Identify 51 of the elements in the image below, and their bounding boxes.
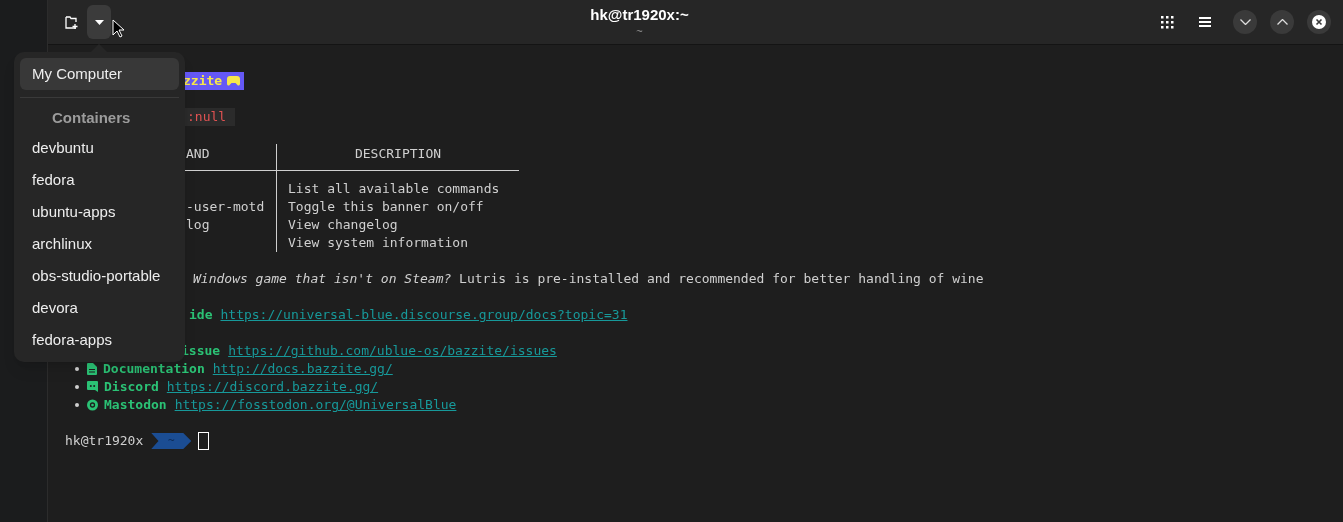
menu-item[interactable]: My Computer — [20, 58, 179, 90]
new-tab-icon — [64, 15, 78, 29]
bullet-icon — [75, 367, 79, 371]
link[interactable]: https://universal-blue.discourse.group/docs?topic=31 — [220, 305, 628, 325]
chat-icon — [87, 381, 98, 393]
close-button[interactable] — [1307, 10, 1331, 34]
menu-item[interactable]: obs-studio-portable — [20, 260, 179, 292]
table-cell-text: -user-motd — [186, 198, 265, 217]
section-header: Containers — [52, 108, 131, 129]
table-cell-text: Toggle this banner on/off — [287, 198, 484, 217]
mouse-pointer-icon — [112, 19, 126, 39]
caret-icon — [94, 19, 104, 25]
menu-item[interactable]: fedora — [20, 164, 179, 196]
text-cursor — [198, 432, 210, 450]
minimize-button[interactable] — [1233, 10, 1257, 34]
chevron-down-icon — [1239, 19, 1251, 25]
table-cell-text: List all available commands — [287, 180, 500, 199]
link-label: ide — [189, 306, 213, 325]
menu-item[interactable]: devora — [20, 292, 179, 324]
table-cell-text: View changelog — [287, 216, 398, 235]
prompt-directory: ~ — [151, 433, 192, 449]
link-label: Documentation — [103, 360, 205, 379]
menu-item[interactable]: devbuntu — [20, 132, 179, 164]
window-title: hk@tr1920x:~ — [590, 6, 689, 24]
link[interactable]: https://github.com/ublue-os/bazzite/issues — [228, 341, 557, 361]
grid-icon — [1160, 15, 1174, 29]
window-subtitle: ~ — [636, 24, 643, 38]
link[interactable]: http://docs.bazzite.gg/ — [212, 359, 393, 379]
menu-icon — [1199, 17, 1211, 27]
bullet-icon — [75, 403, 79, 407]
tip-text: Windows game that isn't on Steam? Lutris is pre-installed and recommended for better handling of wine — [193, 270, 984, 289]
table-cell-text: log — [186, 216, 210, 235]
table-cell-text: View system information — [287, 234, 468, 253]
prompt-user: hk@tr1920x — [65, 432, 144, 451]
dropdown-button[interactable] — [87, 5, 111, 39]
link[interactable]: https://fosstodon.org/@UniversalBlue — [174, 395, 457, 415]
menu-item[interactable]: archlinux — [20, 228, 179, 260]
link-label: Mastodon — [104, 396, 167, 415]
link-label: Discord — [104, 378, 159, 397]
at-sign-icon — [87, 399, 98, 411]
menu-item[interactable]: ubuntu-apps — [20, 196, 179, 228]
chevron-up-icon — [1276, 19, 1288, 25]
bullet-icon — [75, 385, 79, 389]
column-header: DESCRIPTION — [354, 145, 442, 163]
link[interactable]: https://discord.bazzite.gg/ — [166, 377, 379, 397]
gamepad-icon — [227, 76, 241, 86]
error-text: :null — [184, 108, 236, 126]
column-header: AND — [186, 146, 210, 161]
maximize-button[interactable] — [1270, 10, 1294, 34]
menu-item[interactable]: fedora-apps — [20, 324, 179, 356]
close-icon — [1312, 15, 1326, 29]
